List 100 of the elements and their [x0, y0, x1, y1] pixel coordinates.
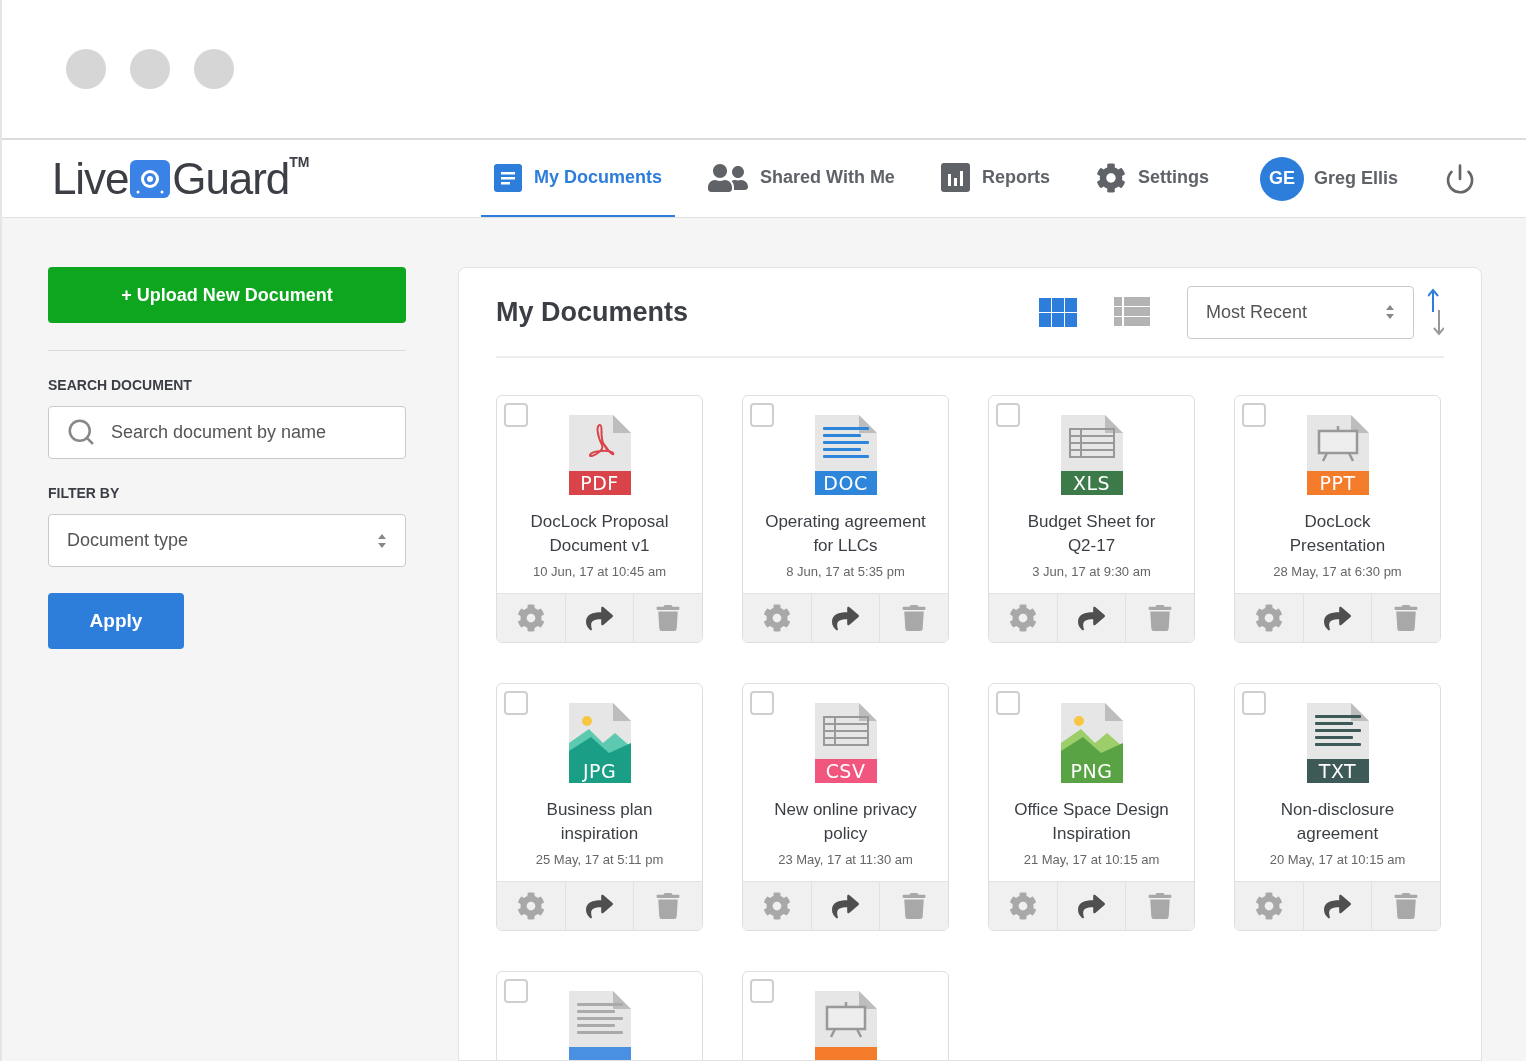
share-arrow-icon	[1078, 604, 1105, 632]
grid-view-icon[interactable]	[1039, 297, 1077, 327]
document-card[interactable]: XLS Budget Sheet for Q2-17 3 Jun, 17 at 9:30 am	[988, 395, 1195, 643]
logo-text: Guard	[172, 152, 290, 205]
document-date: 10 Jun, 17 at 10:45 am	[533, 563, 666, 581]
checkbox[interactable]	[504, 403, 528, 427]
trash-icon	[901, 893, 928, 919]
settings-icon	[762, 604, 791, 632]
share-arrow-icon	[1324, 892, 1351, 920]
dropdown-arrows-icon	[1385, 304, 1395, 320]
file-icon	[814, 415, 877, 495]
share-arrow-icon	[832, 892, 859, 920]
document-title: Budget Sheet for Q2-17	[1027, 511, 1156, 557]
sort-dropdown[interactable]: Most Recent	[1187, 285, 1414, 339]
document-icon	[494, 163, 522, 192]
document-title: DocLock Proposal Document v1	[530, 511, 669, 557]
nav-tab[interactable]: Shared With Me	[695, 140, 908, 217]
nav-tab[interactable]: Reports	[927, 140, 1063, 217]
checkbox[interactable]	[1242, 403, 1266, 427]
file-type-label: PDF	[579, 472, 620, 494]
trash-icon	[1393, 893, 1420, 919]
share-arrow-icon	[1078, 892, 1105, 920]
trademark-mark: TM	[289, 153, 310, 170]
checkbox[interactable]	[504, 979, 528, 1003]
file-icon	[568, 703, 631, 783]
document-card[interactable]: TXT Non-disclosure agreement 20 May, 17 at 10:15 am	[1234, 683, 1441, 931]
document-date: 23 May, 17 at 11:30 am	[778, 851, 913, 869]
trash-icon	[1393, 605, 1420, 631]
trash-icon	[655, 605, 682, 631]
file-icon	[814, 703, 877, 783]
file-type-label: PNG	[1069, 760, 1114, 782]
file-type-label: TXT	[1317, 760, 1358, 782]
nav-tab[interactable]: Settings	[1082, 140, 1222, 217]
field-label: SEARCH DOCUMENT	[48, 376, 193, 395]
document-date: 25 May, 17 at 5:11 pm	[535, 851, 664, 869]
checkbox[interactable]	[996, 403, 1020, 427]
document-date: 28 May, 17 at 6:30 pm	[1273, 563, 1402, 581]
document-card[interactable]: PNG Office Space Design Inspiration 21 May, 17 at 10:15 am	[988, 683, 1195, 931]
document-title: DocLock Presentation	[1289, 511, 1386, 557]
user-avatar[interactable]: GE	[1259, 156, 1304, 201]
settings-icon	[1008, 892, 1037, 920]
document-title: Operating agreement for LLCs	[765, 511, 926, 557]
settings-icon	[1254, 892, 1283, 920]
search-field[interactable]: Search document by name	[48, 406, 406, 459]
file-type-label: JPG	[581, 760, 618, 782]
file-icon	[1306, 703, 1369, 783]
checkbox[interactable]	[750, 979, 774, 1003]
checkbox[interactable]	[750, 691, 774, 715]
settings-icon	[1254, 604, 1283, 632]
trash-icon	[1147, 893, 1174, 919]
file-type-label: XLS	[1071, 472, 1112, 494]
panel-title: My Documents	[496, 295, 689, 329]
user-name[interactable]: Greg Ellis	[1313, 165, 1398, 192]
document-title: New online privacy policy	[774, 799, 917, 845]
checkbox[interactable]	[1242, 691, 1266, 715]
file-type-label: PPT	[1318, 472, 1357, 494]
bar-chart-icon	[940, 163, 970, 192]
document-date: 8 Jun, 17 at 5:35 pm	[786, 563, 905, 581]
field-label: FILTER BY	[48, 484, 121, 503]
share-arrow-icon	[832, 604, 859, 632]
document-card[interactable]: CSV New online privacy policy 23 May, 17 at 11:30 am	[742, 683, 949, 931]
filter-dropdown[interactable]: Document type	[48, 514, 406, 567]
settings-icon	[516, 604, 545, 632]
file-icon	[1306, 415, 1369, 495]
settings-icon	[1095, 162, 1126, 193]
trash-icon	[901, 605, 928, 631]
settings-icon	[516, 892, 545, 920]
checkbox[interactable]	[996, 691, 1020, 715]
list-view-icon[interactable]	[1114, 297, 1150, 327]
document-card[interactable]: DOC Operating agreement for LLCs 8 Jun, 17 at 5:35 pm	[742, 395, 949, 643]
apply-button[interactable]: Apply	[48, 593, 184, 649]
checkbox[interactable]	[504, 691, 528, 715]
share-arrow-icon	[1324, 604, 1351, 632]
document-card[interactable]: PDF DocLock Proposal Document v1 10 Jun, 17 at 10:45 am	[496, 395, 703, 643]
trash-icon	[1147, 605, 1174, 631]
settings-icon	[1008, 604, 1037, 632]
document-title: Non-disclosure agreement	[1280, 799, 1395, 845]
document-card[interactable]: JPG Business plan inspiration 25 May, 17 at 5:11 pm	[496, 683, 703, 931]
document-date: 20 May, 17 at 10:15 am	[1269, 851, 1406, 869]
document-title: Office Space Design Inspiration	[1014, 799, 1169, 845]
settings-icon	[762, 892, 791, 920]
file-type-label: CSV	[824, 760, 867, 782]
document-date: 3 Jun, 17 at 9:30 am	[1032, 563, 1151, 581]
dropdown-arrows-icon	[377, 532, 387, 549]
nav-tab[interactable]: My Documents	[481, 140, 676, 217]
file-icon	[1060, 703, 1123, 783]
share-arrow-icon	[586, 604, 613, 632]
search-icon	[66, 417, 96, 447]
checkbox[interactable]	[750, 403, 774, 427]
file-type-label: DOC	[822, 472, 869, 494]
file-icon	[1060, 415, 1123, 495]
safe-icon	[129, 158, 172, 199]
file-icon	[568, 415, 631, 495]
document-card[interactable]: PPT DocLock Presentation 28 May, 17 at 6:30 pm	[1234, 395, 1441, 643]
trash-icon	[655, 893, 682, 919]
logo-text: Live	[52, 152, 129, 205]
sort-direction-icon[interactable]	[1428, 288, 1444, 336]
share-arrow-icon	[586, 892, 613, 920]
document-title: Business plan inspiration	[546, 799, 653, 845]
document-date: 21 May, 17 at 10:15 am	[1023, 851, 1160, 869]
